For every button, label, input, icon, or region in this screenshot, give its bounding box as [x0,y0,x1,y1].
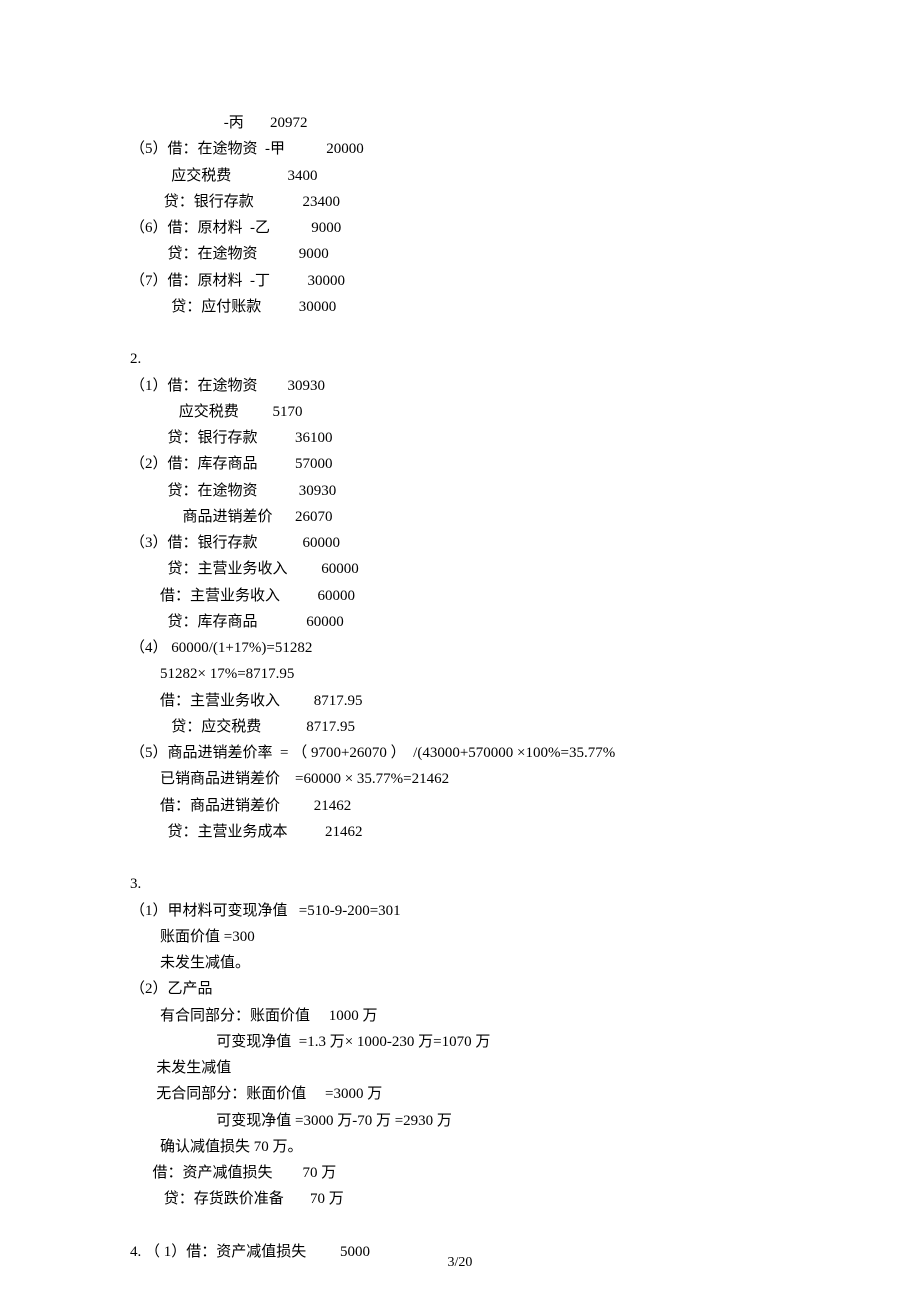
text-line: （5）借：在途物资 -甲 20000 [130,136,790,162]
text-line: 可变现净值 =1.3 万× 1000-230 万=1070 万 [130,1029,790,1055]
text-line: 贷：库存商品 60000 [130,609,790,635]
text-line: 应交税费 3400 [130,163,790,189]
text-line: （4） 60000/(1+17%)=51282 [130,635,790,661]
text-line: 未发生减值。 [130,950,790,976]
text-line: 未发生减值 [130,1055,790,1081]
text-line: （2）借：库存商品 57000 [130,451,790,477]
text-line: 可变现净值 =3000 万-70 万 =2930 万 [130,1108,790,1134]
document-body: -丙 20972（5）借：在途物资 -甲 20000 应交税费 3400 贷：银… [130,110,790,1265]
text-line: 应交税费 5170 [130,399,790,425]
page-footer: 3/20 [0,1251,920,1276]
text-line: 借：商品进销差价 21462 [130,793,790,819]
text-line: （1）借：在途物资 30930 [130,373,790,399]
text-line: 有合同部分：账面价值 1000 万 [130,1003,790,1029]
text-line: 借：主营业务收入 8717.95 [130,688,790,714]
text-line: 确认减值损失 70 万。 [130,1134,790,1160]
text-line: 借：主营业务收入 60000 [130,583,790,609]
text-line: 3. [130,871,790,897]
text-line: 贷：在途物资 9000 [130,241,790,267]
text-line: 账面价值 =300 [130,924,790,950]
page: -丙 20972（5）借：在途物资 -甲 20000 应交税费 3400 贷：银… [0,0,920,1305]
text-line [130,320,790,346]
text-line: 贷：银行存款 23400 [130,189,790,215]
text-line: 已销商品进销差价 =60000 × 35.77%=21462 [130,766,790,792]
text-line: 贷：主营业务成本 21462 [130,819,790,845]
text-line: 无合同部分：账面价值 =3000 万 [130,1081,790,1107]
text-line: 借：资产减值损失 70 万 [130,1160,790,1186]
text-line: 商品进销差价 26070 [130,504,790,530]
text-line [130,1213,790,1239]
text-line: 2. [130,346,790,372]
text-line: （5）商品进销差价率 = （ 9700+26070 ） /(43000+5700… [130,740,790,766]
text-line: 贷：存货跌价准备 70 万 [130,1186,790,1212]
text-line: （6）借：原材料 -乙 9000 [130,215,790,241]
text-line [130,845,790,871]
text-line: 贷：应交税费 8717.95 [130,714,790,740]
text-line: 贷：在途物资 30930 [130,478,790,504]
text-line: 贷：银行存款 36100 [130,425,790,451]
text-line: （7）借：原材料 -丁 30000 [130,268,790,294]
text-line: 贷：应付账款 30000 [130,294,790,320]
text-line: 贷：主营业务收入 60000 [130,556,790,582]
text-line: （2）乙产品 [130,976,790,1002]
text-line: （1）甲材料可变现净值 =510-9-200=301 [130,898,790,924]
text-line: -丙 20972 [130,110,790,136]
text-line: 51282× 17%=8717.95 [130,661,790,687]
text-line: （3）借：银行存款 60000 [130,530,790,556]
